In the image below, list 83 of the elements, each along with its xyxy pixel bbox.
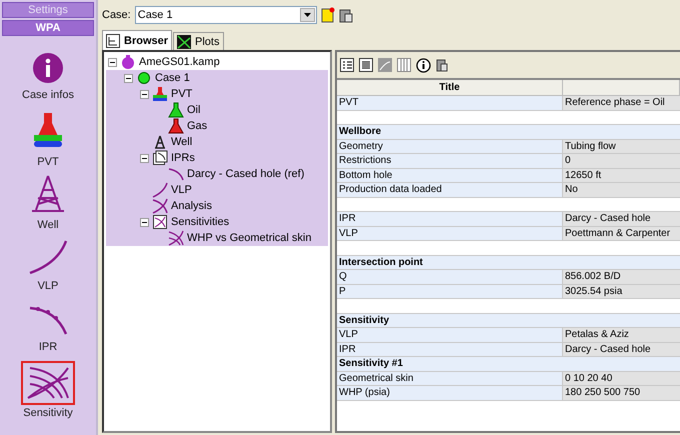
- tree-item-label: IPRs: [171, 152, 195, 164]
- table-cell: 856.002 B/D: [563, 270, 680, 284]
- section-heading: Sensitivity #1: [338, 357, 404, 370]
- tree-item[interactable]: Case 1: [106, 70, 328, 86]
- tree-item[interactable]: Sensitivities: [106, 214, 328, 230]
- table-cell: Darcy - Cased hole: [563, 342, 680, 356]
- section-heading: Intersection point: [338, 256, 424, 269]
- tree-item-label: Analysis: [171, 200, 212, 212]
- tree-item[interactable]: WHP vs Geometrical skin: [106, 230, 328, 246]
- chart-icon[interactable]: [378, 58, 392, 72]
- table-cell: 12650 ft: [563, 168, 680, 182]
- table-cell: Poettmann & Carpenter: [563, 226, 680, 240]
- table-cell: Darcy - Cased hole: [563, 212, 680, 226]
- tree-item-label: Sensitivities: [171, 216, 230, 228]
- tree-item-label: WHP vs Geometrical skin: [187, 232, 312, 244]
- tree-item[interactable]: Darcy - Cased hole (ref): [106, 166, 328, 182]
- sidebar-item[interactable]: VLP: [25, 233, 71, 295]
- tab[interactable]: Browser: [102, 30, 172, 50]
- collapse-toggle[interactable]: [108, 58, 117, 66]
- sidebar-item[interactable]: IPR: [25, 296, 71, 358]
- circle-icon: [136, 70, 152, 86]
- table-cell: Petalas & Aziz: [563, 328, 680, 342]
- case-dropdown[interactable]: Case 1: [134, 6, 317, 24]
- table-cell: 0: [563, 154, 680, 168]
- sidebar-tab[interactable]: WPA: [2, 20, 94, 36]
- sidebar-item-label: Sensitivity: [23, 407, 73, 419]
- sidebar-item-label: Case infos: [22, 89, 74, 101]
- table-cell: 180 250 500 750: [563, 386, 680, 400]
- section-heading: Wellbore: [338, 125, 382, 138]
- tree-item-label: Gas: [187, 120, 208, 132]
- flask-icon: [120, 54, 136, 70]
- curve-icon: [152, 182, 168, 198]
- sidebar-item[interactable]: Well: [27, 170, 69, 232]
- tab[interactable]: Plots: [173, 32, 224, 50]
- tree-item-label: Well: [171, 136, 192, 148]
- tree-item-label: Case 1: [155, 72, 190, 84]
- table-cell: No: [563, 183, 680, 196]
- table-cell: 3025.54 psia: [563, 284, 680, 298]
- table-cell: 0 10 20 40: [563, 372, 680, 385]
- chart-icon: [177, 34, 192, 48]
- table-cell: Tubing flow: [563, 140, 680, 153]
- tree-item[interactable]: VLP: [106, 182, 328, 198]
- tree-item-label: Darcy - Cased hole (ref): [187, 168, 304, 180]
- chart-icon: [152, 214, 168, 230]
- table-cell: Reference phase = Oil: [563, 96, 680, 110]
- sidebar-item-label: PVT: [37, 156, 59, 168]
- crossing-curves-icon: [168, 230, 184, 246]
- sidebar-item-label: IPR: [38, 341, 58, 353]
- tree-item[interactable]: PVT: [106, 86, 328, 102]
- column-header: Title: [337, 80, 563, 95]
- clipboard-icon[interactable]: [338, 7, 353, 23]
- tree-item-label: AmeGS01.kamp: [139, 56, 220, 68]
- text-icon[interactable]: [359, 58, 373, 72]
- sidebar-item[interactable]: PVT: [29, 107, 67, 169]
- tree-item[interactable]: Oil: [106, 102, 328, 118]
- tree-icon: [106, 34, 120, 48]
- tree-item[interactable]: Well: [106, 134, 328, 150]
- tree-item[interactable]: Analysis: [106, 198, 328, 214]
- tree-item[interactable]: Gas: [106, 118, 328, 134]
- case-label: Case:: [102, 9, 131, 21]
- tree-item-label: PVT: [171, 88, 192, 100]
- info-icon[interactable]: [416, 58, 431, 72]
- sidebar-item[interactable]: Case infos: [22, 44, 74, 106]
- derrick-icon: [152, 134, 168, 150]
- collapse-toggle[interactable]: [140, 154, 149, 162]
- columns-icon[interactable]: [397, 58, 411, 72]
- flask-icon: [152, 86, 168, 102]
- curve-icon: [168, 166, 184, 182]
- collapse-toggle[interactable]: [140, 90, 149, 98]
- tree-item-label: Oil: [187, 104, 200, 116]
- list-icon[interactable]: [340, 58, 354, 72]
- sidebar-item[interactable]: Sensitivity: [21, 359, 75, 421]
- sidebar-item-label: VLP: [38, 280, 58, 292]
- chart-icon: [152, 150, 168, 166]
- tree-item-label: VLP: [171, 184, 192, 196]
- clipboard-icon[interactable]: [436, 58, 448, 72]
- new-document-icon[interactable]: [320, 7, 335, 23]
- tree-item[interactable]: IPRs: [106, 150, 328, 166]
- sidebar-item-label: Well: [37, 219, 59, 231]
- crossing-curves-icon: [152, 198, 168, 214]
- collapse-toggle[interactable]: [140, 218, 149, 226]
- collapse-toggle[interactable]: [124, 74, 133, 82]
- section-heading: Sensitivity: [338, 314, 390, 327]
